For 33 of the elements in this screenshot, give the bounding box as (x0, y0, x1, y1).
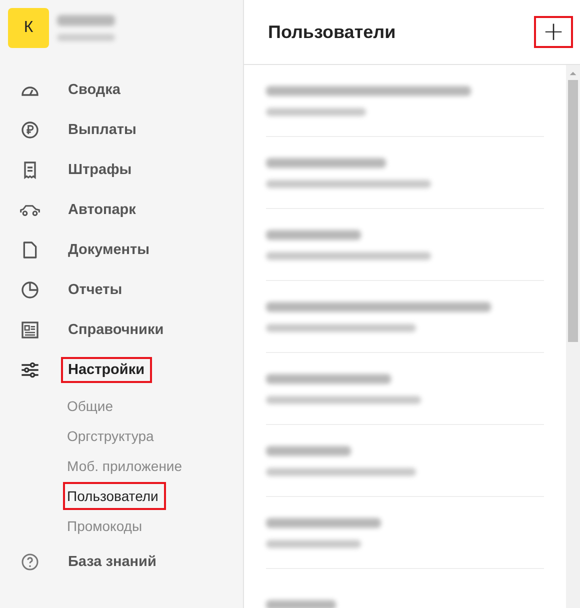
company-logo[interactable]: К (8, 8, 49, 48)
nav-label: База знаний (67, 553, 158, 572)
scrollbar[interactable] (566, 65, 580, 608)
submenu-item[interactable]: Пользователи (63, 482, 166, 510)
nav-item[interactable]: Выплаты (8, 110, 243, 150)
nav-label: Справочники (67, 321, 165, 340)
redacted-text (266, 600, 336, 608)
add-button[interactable]: + (534, 16, 573, 48)
sliders-icon (20, 360, 40, 380)
nav-label: Автопарк (67, 201, 137, 220)
page-title: Пользователи (268, 22, 396, 42)
nav-label: Сводка (67, 81, 122, 100)
nav-label: Документы (67, 241, 151, 260)
newspaper-icon (20, 320, 40, 340)
nav-item[interactable]: Отчеты (8, 270, 243, 310)
redacted-text (57, 34, 115, 41)
nav-item[interactable]: Настройки (8, 350, 243, 390)
scroll-up-icon[interactable] (569, 71, 577, 76)
redacted-text (57, 15, 115, 26)
nav-label: Отчеты (67, 281, 124, 300)
nav-label: Настройки (61, 357, 152, 383)
nav-label: Штрафы (67, 161, 133, 180)
scrollbar-thumb[interactable] (568, 80, 578, 342)
nav-item[interactable]: Справочники (8, 310, 243, 350)
help-icon (20, 552, 40, 572)
ruble-icon (20, 120, 40, 140)
nav-item[interactable]: Сводка (8, 70, 243, 110)
nav-item[interactable]: Штрафы (8, 150, 243, 190)
nav-item[interactable]: Документы (8, 230, 243, 270)
nav-item[interactable]: Автопарк (8, 190, 243, 230)
nav-label: Выплаты (67, 121, 138, 140)
nav-item[interactable]: База знаний (8, 542, 243, 582)
pie-chart-icon (20, 280, 40, 300)
